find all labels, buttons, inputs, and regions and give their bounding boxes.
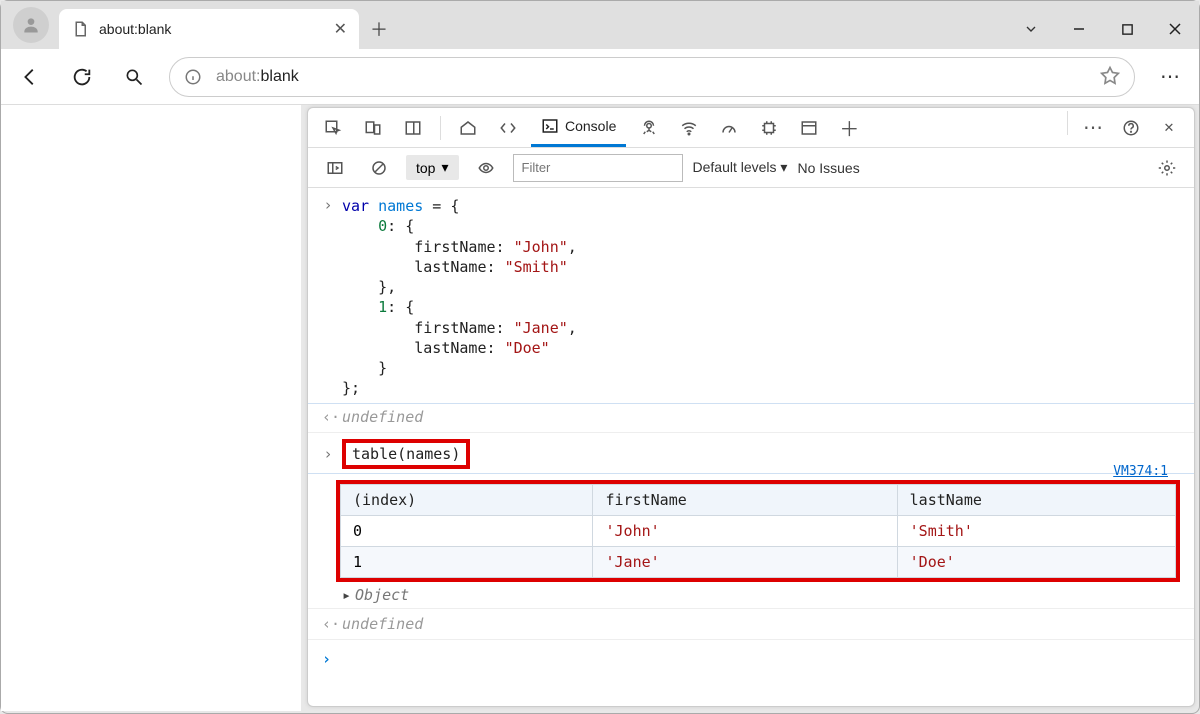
page-icon: [71, 20, 89, 38]
window-titlebar: about:blank ✕ ＋: [1, 1, 1199, 49]
undefined-value: undefined: [342, 615, 423, 633]
return-icon: ‹·: [322, 615, 334, 633]
elements-tab-icon[interactable]: [491, 111, 525, 145]
undefined-value: undefined: [342, 408, 423, 426]
address-bar[interactable]: about:blank: [169, 57, 1135, 97]
favorite-icon[interactable]: [1100, 65, 1120, 88]
address-text: about:blank: [216, 68, 299, 86]
console-return-row: ‹· undefined: [308, 613, 1194, 635]
log-levels-selector[interactable]: Default levels ▾: [693, 159, 788, 176]
site-info-icon[interactable]: [184, 68, 202, 86]
devtools-more-icon[interactable]: ⋯: [1076, 111, 1110, 145]
table-row: 0 'John' 'Smith': [341, 515, 1176, 546]
vm-source-link[interactable]: VM374:1: [1113, 464, 1168, 479]
devtools-panel: Console ＋ ⋯ ✕ top ▾ Defa: [307, 107, 1195, 707]
highlighted-call: table(names): [342, 439, 470, 469]
console-tab[interactable]: Console: [531, 109, 626, 147]
console-return-row: ‹· undefined: [308, 406, 1194, 428]
return-icon: ‹·: [322, 408, 334, 426]
network-tab-icon[interactable]: [672, 111, 706, 145]
console-table: VM374:1 (index) firstName lastName 0 'Jo…: [336, 480, 1180, 582]
console-output[interactable]: › var names = { 0: { firstName: "John", …: [308, 188, 1194, 706]
table-cell: 1: [341, 546, 593, 577]
code-block: var names = { 0: { firstName: "John", la…: [342, 196, 577, 399]
console-toolbar: top ▾ Default levels ▾ No Issues: [308, 148, 1194, 188]
memory-tab-icon[interactable]: [752, 111, 786, 145]
menu-button[interactable]: ⋯: [1153, 60, 1187, 94]
table-header-row: (index) firstName lastName: [341, 484, 1176, 515]
chevron-down-icon: ▾: [441, 159, 448, 176]
table-row: 1 'Jane' 'Doe': [341, 546, 1176, 577]
devtools-help-icon[interactable]: [1114, 111, 1148, 145]
device-toggle-icon[interactable]: [356, 111, 390, 145]
devtools-close-icon[interactable]: ✕: [1152, 111, 1186, 145]
search-button[interactable]: [117, 60, 151, 94]
table-header[interactable]: lastName: [897, 484, 1175, 515]
inspect-icon[interactable]: [316, 111, 350, 145]
refresh-button[interactable]: [65, 60, 99, 94]
window-maximize[interactable]: [1103, 9, 1151, 49]
object-label: Object: [355, 586, 409, 604]
back-button[interactable]: [13, 60, 47, 94]
close-tab-icon[interactable]: ✕: [334, 19, 347, 39]
console-tab-label: Console: [565, 118, 616, 134]
prompt-icon: ›: [322, 445, 334, 463]
table-cell: 0: [341, 515, 593, 546]
console-input-row: › table(names): [308, 437, 1194, 471]
more-tabs-icon[interactable]: ＋: [832, 111, 866, 145]
console-prompt[interactable]: ›: [308, 644, 1194, 674]
context-selector[interactable]: top ▾: [406, 155, 459, 180]
browser-toolbar: about:blank ⋯: [1, 49, 1199, 105]
filter-input[interactable]: [513, 154, 683, 182]
console-input-row: › var names = { 0: { firstName: "John", …: [308, 194, 1194, 401]
sources-tab-icon[interactable]: [632, 111, 666, 145]
welcome-tab-icon[interactable]: [451, 111, 485, 145]
table-header[interactable]: (index): [341, 484, 593, 515]
data-table: (index) firstName lastName 0 'John' 'Smi…: [340, 484, 1176, 578]
window-close[interactable]: [1151, 9, 1199, 49]
console-sidebar-toggle-icon[interactable]: [318, 151, 352, 185]
clear-console-icon[interactable]: [362, 151, 396, 185]
prompt-icon: ›: [322, 196, 334, 399]
browser-tab[interactable]: about:blank ✕: [59, 9, 359, 49]
object-expander[interactable]: ▸ Object: [308, 586, 1194, 604]
tab-actions-chevron[interactable]: [1007, 9, 1055, 49]
devtools-tabstrip: Console ＋ ⋯ ✕: [308, 108, 1194, 148]
performance-tab-icon[interactable]: [712, 111, 746, 145]
triangle-right-icon: ▸: [342, 586, 351, 604]
window-minimize[interactable]: [1055, 9, 1103, 49]
table-cell: 'Doe': [897, 546, 1175, 577]
tab-title: about:blank: [99, 21, 171, 37]
issues-status[interactable]: No Issues: [797, 160, 859, 176]
profile-avatar[interactable]: [13, 7, 49, 43]
table-cell: 'Smith': [897, 515, 1175, 546]
new-tab-button[interactable]: ＋: [359, 9, 399, 49]
table-header[interactable]: firstName: [593, 484, 897, 515]
live-expression-icon[interactable]: [469, 151, 503, 185]
console-settings-icon[interactable]: [1150, 151, 1184, 185]
page-viewport: [1, 105, 301, 711]
application-tab-icon[interactable]: [792, 111, 826, 145]
table-cell: 'Jane': [593, 546, 897, 577]
table-cell: 'John': [593, 515, 897, 546]
context-label: top: [416, 160, 435, 176]
dock-icon[interactable]: [396, 111, 430, 145]
